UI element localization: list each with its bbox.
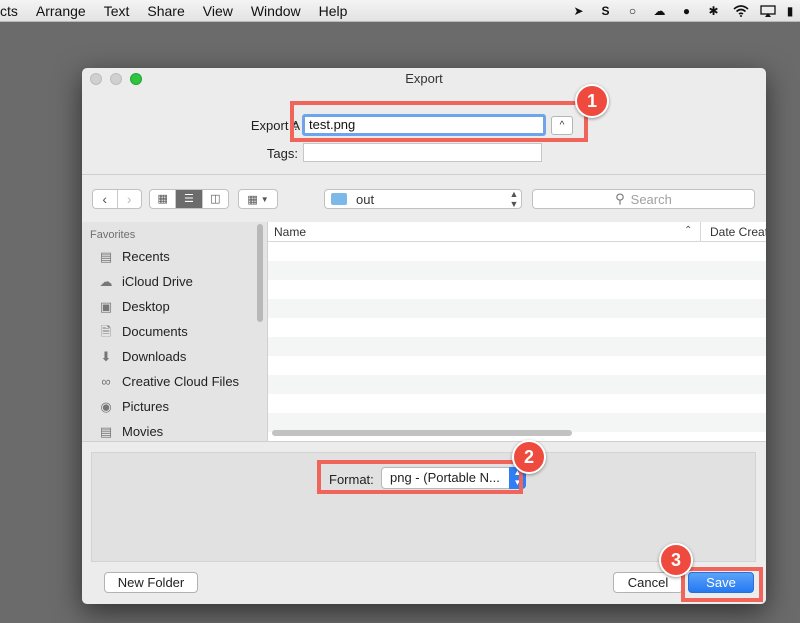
search-field[interactable]: ⚲ Search: [532, 189, 755, 209]
folder-icon: [331, 193, 347, 205]
title-bar: Export: [82, 68, 766, 90]
cloud-sync-icon[interactable]: ☁: [651, 4, 668, 19]
location-label: out: [356, 191, 375, 207]
creative-cloud-icon: ∞: [101, 373, 111, 389]
menu-cts[interactable]: cts: [0, 3, 27, 19]
menu-window[interactable]: Window: [242, 3, 310, 19]
forward-icon[interactable]: ›: [116, 190, 142, 208]
table-row: [268, 318, 766, 337]
table-row: [268, 280, 766, 299]
export-dialog: Export Export A : test.png ^ Tags: ‹ › ▦…: [82, 68, 766, 604]
sidebar-item-label: Movies: [122, 424, 164, 439]
sidebar-item-label: Recents: [122, 249, 170, 264]
callout-highlight-export-as: [290, 101, 588, 142]
table-row: [268, 261, 766, 280]
sidebar: Favorites ▤ Recents ☁ iCloud Drive ▣ Des…: [82, 222, 268, 441]
updown-icon: ▲ ▼: [509, 189, 519, 209]
window-controls: [90, 73, 142, 85]
circle-icon[interactable]: ○: [624, 4, 641, 19]
sidebar-item-creative-cloud-files[interactable]: ∞ Creative Cloud Files: [82, 369, 267, 394]
location-popup[interactable]: out ▲ ▼: [324, 189, 522, 209]
view-mode-buttons: ▦ ☰ ◫: [149, 189, 229, 209]
tags-input[interactable]: [303, 143, 542, 162]
table-row: [268, 299, 766, 318]
callout-highlight-format: [317, 460, 523, 494]
table-row: [268, 337, 766, 356]
status-tray: ➤ S ○ ☁ ● ✱ ▮: [570, 0, 800, 22]
table-row: [268, 356, 766, 375]
wifi-icon[interactable]: [732, 4, 749, 19]
film-icon: ▤: [99, 423, 113, 439]
battery-icon[interactable]: ▮: [786, 4, 794, 19]
menu-view[interactable]: View: [194, 3, 242, 19]
cloud-icon: ☁: [99, 273, 113, 289]
grid-icon: ▦: [247, 193, 258, 206]
airplay-icon[interactable]: [759, 4, 776, 19]
menu-bar: cts Arrange Text Share View Window Help …: [0, 0, 800, 22]
arrow-icon[interactable]: ➤: [570, 4, 587, 19]
sidebar-item-label: Desktop: [122, 299, 170, 314]
sidebar-item-label: iCloud Drive: [122, 274, 193, 289]
sidebar-item-movies[interactable]: ▤ Movies: [82, 419, 267, 441]
new-folder-button[interactable]: New Folder: [104, 572, 198, 593]
menu-text[interactable]: Text: [95, 3, 139, 19]
column-header-name[interactable]: Name: [274, 225, 306, 239]
arrange-menu-button[interactable]: ▦ ▼: [238, 189, 278, 209]
divider: [82, 174, 766, 175]
sidebar-item-icloud-drive[interactable]: ☁ iCloud Drive: [82, 269, 267, 294]
dialog-title: Export: [405, 71, 443, 86]
back-icon[interactable]: ‹: [93, 190, 117, 208]
table-row: [268, 242, 766, 261]
menu-arrange[interactable]: Arrange: [27, 3, 95, 19]
sidebar-item-desktop[interactable]: ▣ Desktop: [82, 294, 267, 319]
recents-icon: ▤: [99, 248, 113, 264]
file-rows: [268, 242, 766, 432]
menu-share[interactable]: Share: [138, 3, 193, 19]
column-view-icon[interactable]: ◫: [201, 190, 228, 208]
sidebar-item-recents[interactable]: ▤ Recents: [82, 244, 267, 269]
sidebar-item-documents[interactable]: 🗎 Documents: [82, 319, 267, 344]
search-icon: ⚲: [615, 191, 625, 206]
table-row: [268, 394, 766, 413]
sidebar-item-label: Downloads: [122, 349, 187, 364]
list-view-icon[interactable]: ☰: [175, 190, 202, 208]
horizontal-scrollbar[interactable]: [272, 430, 572, 436]
sidebar-item-label: Pictures: [122, 399, 169, 414]
tags-label: Tags:: [266, 146, 298, 161]
sidebar-scrollbar[interactable]: [257, 224, 263, 322]
sort-ascending-icon: ⌃: [684, 225, 693, 236]
sidebar-item-label: Documents: [122, 324, 188, 339]
callout-badge-1: 1: [575, 84, 609, 118]
bluetooth-icon[interactable]: ✱: [705, 4, 722, 19]
documents-icon: 🗎: [100, 323, 112, 339]
minimize-window-button[interactable]: [110, 73, 122, 85]
callout-badge-2: 2: [512, 440, 546, 474]
table-row: [268, 375, 766, 394]
divider: [82, 441, 766, 442]
close-window-button[interactable]: [90, 73, 102, 85]
zoom-window-button[interactable]: [130, 73, 142, 85]
sidebar-item-pictures[interactable]: ◉ Pictures: [82, 394, 267, 419]
menu-help[interactable]: Help: [310, 3, 357, 19]
callout-badge-3: 3: [659, 543, 693, 577]
file-list-header: Name ⌃ Date Creat: [268, 222, 766, 242]
search-placeholder: Search: [630, 191, 672, 207]
navigation-buttons: ‹ ›: [92, 189, 142, 209]
file-list: Name ⌃ Date Creat: [268, 222, 766, 441]
column-divider: [700, 222, 701, 242]
sidebar-item-label: Creative Cloud Files: [122, 374, 240, 389]
chevron-down-icon: ▼: [260, 194, 269, 204]
icon-view-icon[interactable]: ▦: [150, 190, 175, 208]
camera-icon: ◉: [100, 398, 112, 414]
sidebar-item-downloads[interactable]: ⬇ Downloads: [82, 344, 267, 369]
sidebar-section-favorites: Favorites: [90, 229, 136, 241]
column-header-date-created[interactable]: Date Creat: [710, 225, 766, 239]
s-icon[interactable]: S: [597, 4, 614, 19]
desktop-icon: ▣: [99, 298, 113, 314]
evernote-icon[interactable]: ●: [678, 4, 695, 19]
downloads-icon: ⬇: [100, 348, 112, 364]
callout-highlight-save: [681, 567, 763, 602]
